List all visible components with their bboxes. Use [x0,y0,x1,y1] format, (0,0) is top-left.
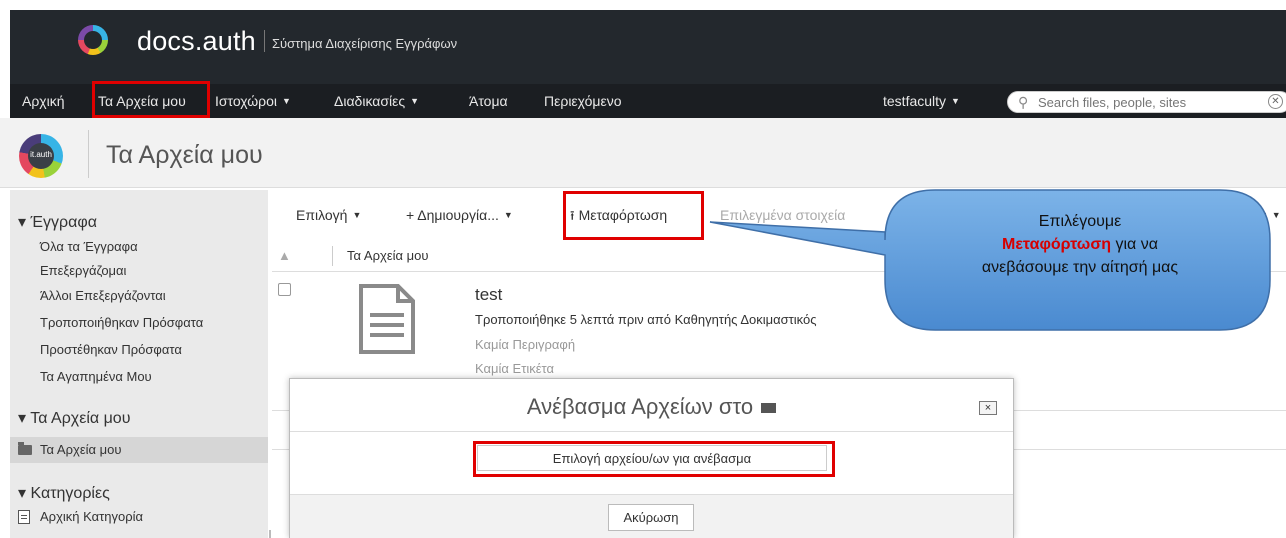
folder-icon [761,403,777,413]
category-icon [18,510,30,524]
dialog-title-text: Ανέβασμα Αρχείων στο [526,394,754,419]
sidebar-item-my-files[interactable]: Τα Αρχεία μου [10,437,268,463]
brand-name[interactable]: docs.auth [137,26,256,57]
file-name[interactable]: test [475,285,502,305]
breadcrumb: ▲ Τα Αρχεία μου [272,240,1286,272]
select-menu-label: Επιλογή [296,207,348,223]
page-title: Τα Αρχεία μου [106,141,263,169]
sidebar-resize-handle[interactable] [269,530,271,538]
file-tags: Καμία Ετικέτα [475,361,554,376]
nav-content[interactable]: Περιεχόμενο [544,93,622,109]
nav-sites[interactable]: Ιστοχώροι ▼ [215,93,291,109]
upload-dialog: Ανέβασμα Αρχείων στο × Επιλογή αρχείου/ω… [289,378,1014,538]
sidebar-favorites[interactable]: Τα Αγαπημένα Μου [40,369,152,384]
upload-button-label: Μεταφόρτωση [578,207,668,223]
header: docs.auth Σύστημα Διαχείρισης Εγγράφων Α… [0,0,1286,125]
breadcrumb-current[interactable]: Τα Αρχεία μου [347,248,428,263]
close-icon[interactable]: × [979,401,997,415]
brand-subtitle: Σύστημα Διαχείρισης Εγγράφων [272,36,458,51]
create-menu-label: + Δημιουργία... [406,207,499,223]
title-separator [88,130,89,178]
dialog-title: Ανέβασμα Αρχείων στο [290,394,1013,420]
nav-people[interactable]: Άτομα [469,93,508,109]
clear-search-icon[interactable]: ✕ [1268,94,1283,109]
row-checkbox[interactable] [278,283,291,296]
upload-icon: ⭱ [570,208,575,223]
main-nav: Αρχική Τα Αρχεία μου Ιστοχώροι ▼ Διαδικασ… [10,84,1286,118]
brand-bar: docs.auth Σύστημα Διαχείρισης Εγγράφων [10,10,1286,84]
nav-my-files[interactable]: Τα Αρχεία μου [98,93,186,109]
sidebar-recently-added[interactable]: Προστέθηκαν Πρόσφατα [40,342,182,357]
sidebar-root-category[interactable]: Αρχική Κατηγορία [40,509,143,524]
options-menu-label: ς [1260,207,1267,223]
nav-workflows[interactable]: Διαδικασίες ▼ [334,93,419,109]
nav-workflows-label: Διαδικασίες [334,93,406,109]
caret-down-icon: ▼ [282,96,291,106]
user-menu[interactable]: testfaculty ▼ [883,93,960,109]
document-icon[interactable] [358,283,416,355]
dialog-header: Ανέβασμα Αρχείων στο × [290,379,1013,432]
nav-sites-label: Ιστοχώροι [215,93,278,109]
user-name: testfaculty [883,93,947,109]
choose-files-button[interactable]: Επιλογή αρχείου/ων για ανέβασμα [477,445,827,471]
selected-items-menu[interactable]: Επιλεγμένα στοιχεία [720,207,845,223]
caret-down-icon: ▼ [1271,210,1281,220]
caret-down-icon: ▼ [951,96,960,106]
caret-down-icon: ▼ [352,210,362,220]
sidebar-item-my-files-label: Τα Αρχεία μου [40,442,122,457]
search-box: ⚲ ✕ [1007,91,1286,113]
sidebar-myfiles-header[interactable]: ▾ Τα Αρχεία μου [18,408,130,428]
sidebar-recently-modified[interactable]: Τροποποιήθηκαν Πρόσφατα [40,315,203,330]
select-menu-button[interactable]: Επιλογή ▼ [296,207,361,223]
sidebar-documents-header[interactable]: ▾ Έγγραφα [18,212,97,232]
upload-button[interactable]: ⭱ Μεταφόρτωση [570,207,667,229]
search-icon[interactable]: ⚲ [1018,94,1028,111]
sidebar: ▾ Έγγραφα Όλα τα Έγγραφα Επεξεργάζομαι Ά… [10,190,268,538]
breadcrumb-separator [332,246,333,266]
search-input[interactable] [1038,94,1258,111]
dialog-footer: Ακύρωση [290,494,1013,538]
cancel-button[interactable]: Ακύρωση [608,504,694,531]
caret-down-icon: ▼ [503,210,513,220]
create-menu-button[interactable]: + Δημιουργία... ▼ [406,207,513,223]
sidebar-editing[interactable]: Επεξεργάζομαι [40,263,126,278]
title-bar: it.auth Τα Αρχεία μου [0,118,1286,188]
sidebar-others-editing[interactable]: Άλλοι Επεξεργάζονται [40,288,166,303]
file-description: Καμία Περιγραφή [475,337,576,352]
folder-icon [18,442,32,455]
sidebar-all-documents[interactable]: Όλα τα Έγγραφα [40,239,138,254]
caret-down-icon: ▼ [410,96,420,106]
docs-auth-logo-icon[interactable] [78,25,108,55]
sidebar-categories-header[interactable]: ▾ Κατηγορίες [18,483,110,503]
nav-home[interactable]: Αρχική [22,93,65,109]
doclib-toolbar: Επιλογή ▼ + Δημιουργία... ▼ ⭱ Μεταφόρτωση Ε… [272,190,1286,240]
brand-separator [264,30,265,52]
file-modified: Τροποποιήθηκε 5 λεπτά πριν από Καθηγητής… [475,312,817,327]
options-menu-button[interactable]: ς ▼ [1260,207,1281,223]
it-auth-logo-icon: it.auth [19,134,63,178]
it-auth-logo-text: it.auth [30,150,52,159]
folder-up-icon[interactable]: ▲ [278,248,291,263]
dialog-body: Επιλογή αρχείου/ων για ανέβασμα [290,433,1013,494]
